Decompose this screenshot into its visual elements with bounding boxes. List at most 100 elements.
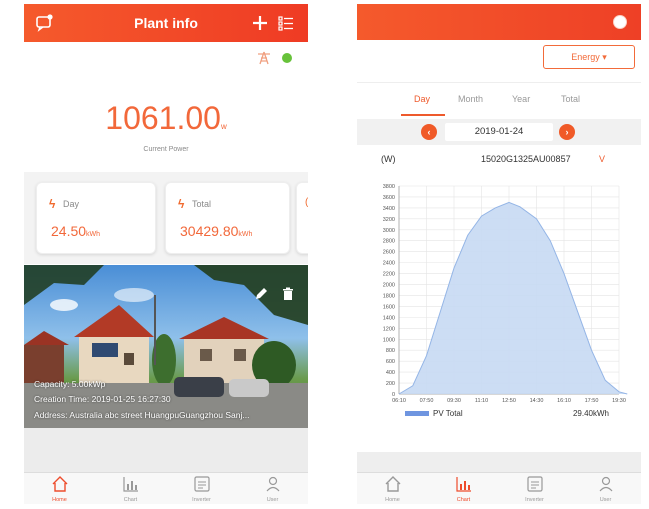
y-tick-label: 1200	[383, 326, 395, 332]
y-tick-label: 600	[386, 359, 395, 365]
y-tick-label: 2200	[383, 272, 395, 278]
home-icon	[385, 476, 400, 492]
chart-icon	[122, 477, 138, 492]
legend-total: 29.40kWh	[573, 409, 609, 418]
tab-home[interactable]: Home	[357, 473, 428, 504]
tab-inverter[interactable]: Inverter	[499, 473, 570, 504]
tab-home[interactable]: Home	[24, 473, 95, 504]
tab-year[interactable]: Year	[512, 94, 530, 104]
day-energy-card[interactable]: ϟ Day 24.50kWh	[36, 182, 156, 254]
x-tick-label: 17:50	[585, 398, 599, 404]
content-background	[357, 452, 641, 474]
card-value: 24.50kWh	[51, 223, 100, 239]
tab-month[interactable]: Month	[458, 94, 483, 104]
tower-icon	[258, 51, 270, 65]
x-tick-label: 12:50	[502, 398, 516, 404]
total-energy-card[interactable]: ϟ Total 30429.80kWh	[165, 182, 290, 254]
edit-pencil-icon[interactable]	[254, 287, 268, 301]
creation-time-text: Creation Time: 2019-01-25 16:27:30	[34, 394, 171, 404]
y-tick-label: 2000	[383, 283, 395, 289]
card-label: Day	[63, 199, 80, 209]
tab-label: Inverter	[525, 497, 544, 503]
capacity-text: Capacity: 5.00kWp	[34, 379, 106, 389]
x-tick-label: 06:10	[392, 398, 406, 404]
active-tab-indicator	[401, 114, 445, 116]
x-tick-label: 07:50	[420, 398, 434, 404]
tab-label: Home	[385, 497, 400, 503]
energy-dropdown-label: Energy	[571, 52, 600, 62]
header-bar	[357, 4, 641, 40]
content-background	[24, 428, 308, 474]
card-value: 30429.80kWh	[180, 223, 252, 239]
tab-day[interactable]: Day	[414, 94, 430, 104]
day-unit: kWh	[86, 231, 101, 238]
energy-dropdown[interactable]: Energy ▾	[543, 45, 635, 69]
current-power-unit: w	[220, 122, 227, 131]
bottom-tab-bar: Home Chart Inverter User	[24, 472, 308, 504]
plant-info-screen: Plant info 1061.00w Current Power ϟ Day …	[24, 4, 308, 504]
device-dropdown-icon[interactable]: V	[599, 154, 605, 164]
next-date-button[interactable]: ›	[559, 124, 575, 140]
x-tick-label: 19:30	[612, 398, 626, 404]
plus-icon[interactable]	[250, 13, 270, 33]
current-power-label: Current Power	[143, 146, 189, 153]
user-icon	[266, 476, 279, 492]
bottom-tab-bar: Home Chart Inverter User	[357, 472, 641, 504]
date-selector: ‹ 2019-01-24 ›	[357, 119, 641, 145]
y-tick-label: 1600	[383, 304, 395, 310]
caret-down-icon: ▾	[599, 52, 607, 62]
y-tick-label: 1400	[383, 315, 395, 321]
tab-label: User	[599, 497, 612, 503]
tab-label: Inverter	[192, 497, 211, 503]
y-tick-label: 2800	[383, 239, 395, 245]
current-power-value: 1061.00	[105, 100, 221, 136]
y-tick-label: 1000	[383, 337, 395, 343]
device-id[interactable]: 15020G1325AU00857	[481, 154, 571, 164]
tab-chart[interactable]: Chart	[428, 473, 499, 504]
user-icon	[599, 476, 612, 492]
date-field[interactable]: 2019-01-24	[445, 123, 553, 141]
y-tick-label: 3800	[383, 184, 395, 190]
x-tick-label: 11:10	[475, 398, 488, 404]
prev-date-button[interactable]: ‹	[421, 124, 437, 140]
y-tick-label: 400	[386, 370, 395, 376]
inverter-icon	[526, 476, 543, 492]
status-indicator-icon[interactable]	[613, 15, 627, 29]
card-label: Total	[192, 199, 212, 209]
lightning-icon: ϟ	[49, 197, 56, 211]
total-value: 30429.80	[180, 223, 239, 239]
day-value: 24.50	[51, 223, 87, 239]
y-tick-label: 200	[386, 381, 395, 387]
power-chart: 0200400600800100012001400160018002000220…	[383, 184, 628, 418]
current-power-readout: 1061.00w	[24, 100, 308, 137]
legend-swatch	[405, 411, 429, 416]
card-icon: (	[305, 197, 308, 208]
header-bar: Plant info	[24, 4, 308, 42]
y-unit-label: (W)	[381, 154, 396, 164]
home-icon	[52, 476, 67, 492]
tab-total[interactable]: Total	[561, 94, 580, 104]
pv-total-area	[399, 202, 628, 394]
list-icon[interactable]	[276, 13, 296, 33]
x-tick-label: 09:30	[447, 398, 461, 404]
tab-user[interactable]: User	[570, 473, 641, 504]
address-text: Address: Australia abc street HuangpuGua…	[34, 410, 250, 420]
legend-label: PV Total	[433, 409, 463, 418]
y-tick-label: 3600	[383, 195, 395, 201]
partial-card[interactable]: (	[296, 182, 308, 254]
y-tick-label: 800	[386, 348, 395, 354]
plant-status-row	[256, 50, 292, 66]
tab-user[interactable]: User	[237, 473, 308, 504]
tab-label: Home	[52, 497, 67, 503]
y-tick-label: 3200	[383, 217, 395, 223]
tab-chart[interactable]: Chart	[95, 473, 166, 504]
tab-inverter[interactable]: Inverter	[166, 473, 237, 504]
y-tick-label: 3000	[383, 228, 395, 234]
plant-photo: Capacity: 5.00kWp Creation Time: 2019-01…	[24, 265, 308, 428]
tab-label: User	[266, 497, 279, 503]
x-tick-label: 14:30	[530, 398, 544, 404]
y-tick-label: 2600	[383, 250, 395, 256]
tab-label: Chart	[456, 497, 471, 503]
tab-label: Chart	[123, 497, 138, 503]
delete-trash-icon[interactable]	[282, 287, 294, 301]
